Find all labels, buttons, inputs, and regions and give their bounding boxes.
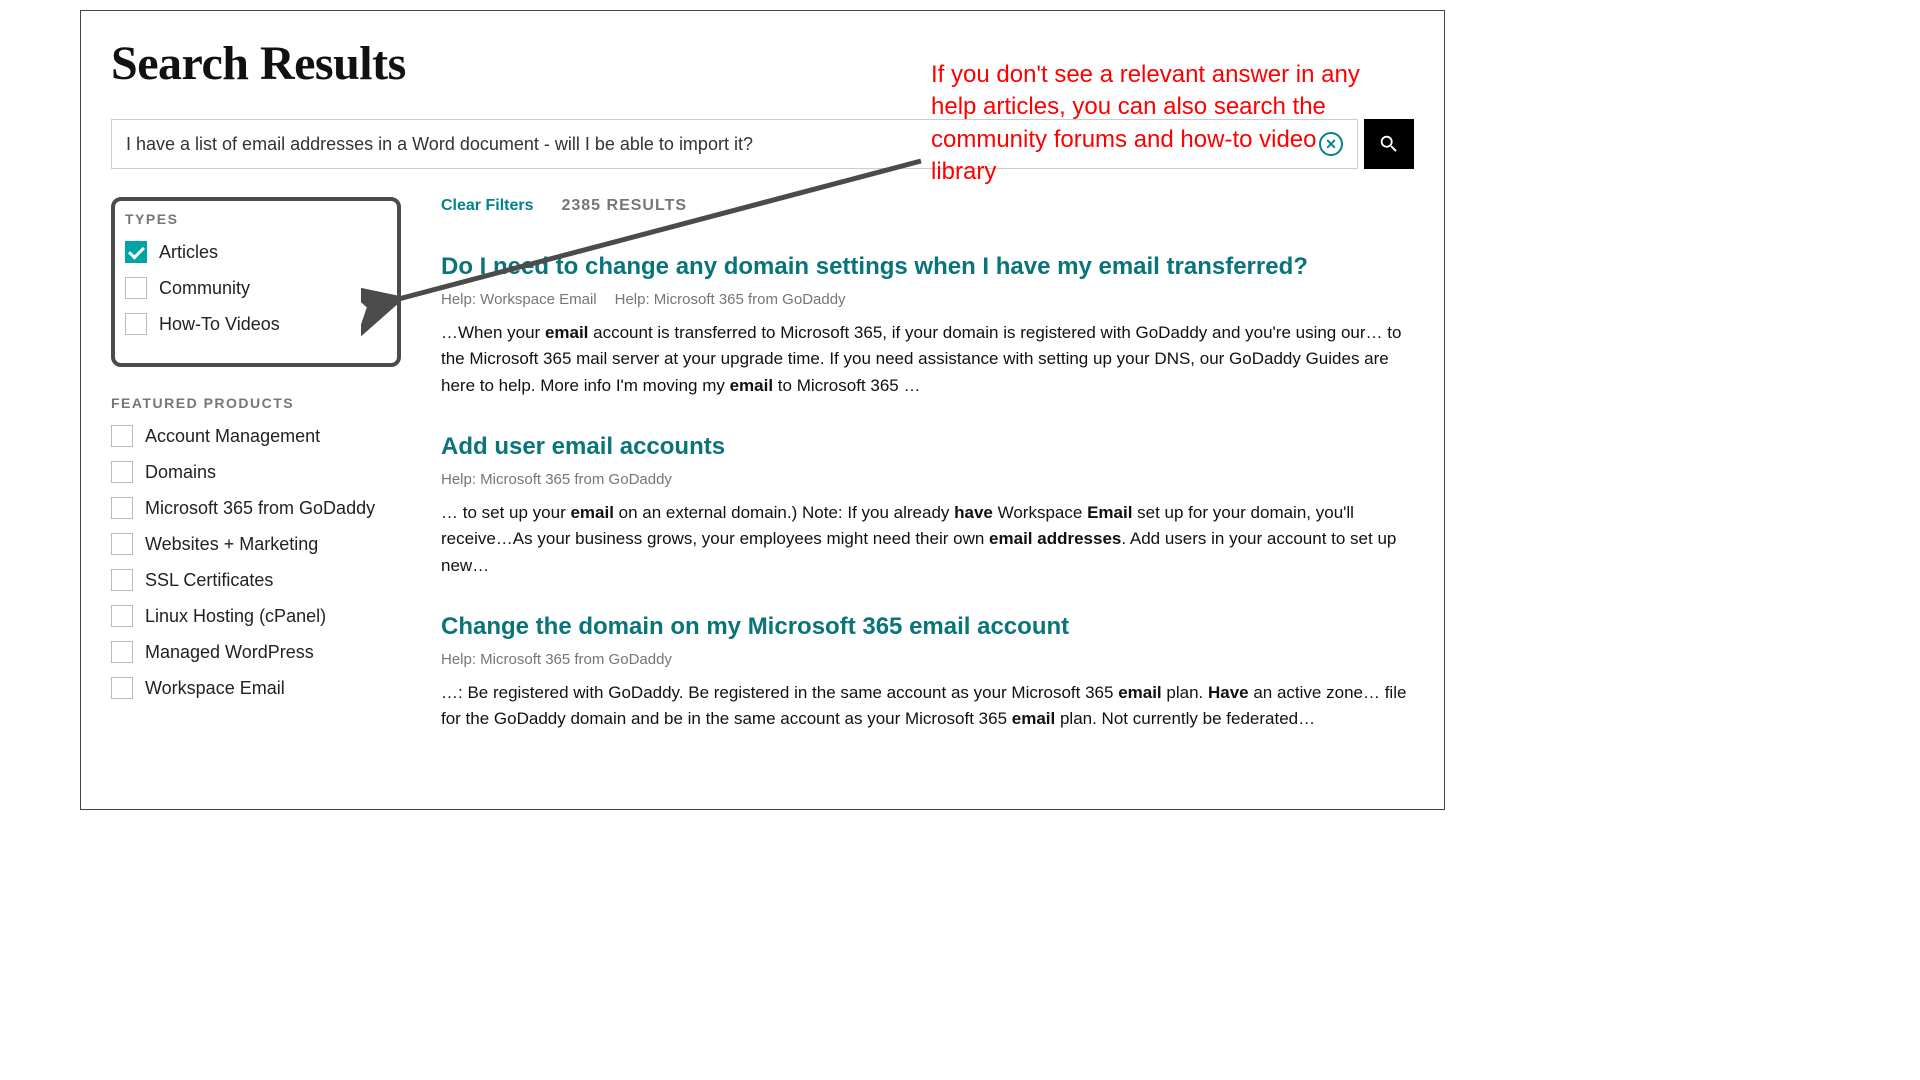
type-filter-how-to-videos[interactable]: How-To Videos xyxy=(125,313,383,335)
featured-filter-workspace-email[interactable]: Workspace Email xyxy=(111,677,401,699)
checkbox-icon xyxy=(111,605,133,627)
results-main: Clear Filters 2385 RESULTS Do I need to … xyxy=(441,197,1414,767)
type-filter-articles[interactable]: Articles xyxy=(125,241,383,263)
result-categories: Help: Workspace Email Help: Microsoft 365… xyxy=(441,291,1414,308)
clear-filters-link[interactable]: Clear Filters xyxy=(441,197,533,215)
checkbox-icon xyxy=(111,533,133,555)
filter-label: Community xyxy=(159,278,250,299)
result-category[interactable]: Help: Microsoft 365 from GoDaddy xyxy=(441,471,672,488)
featured-filter-account-management[interactable]: Account Management xyxy=(111,425,401,447)
checkbox-icon xyxy=(111,461,133,483)
featured-filter-managed-wordpress[interactable]: Managed WordPress xyxy=(111,641,401,663)
filter-label: Managed WordPress xyxy=(145,642,314,663)
search-result: Change the domain on my Microsoft 365 em… xyxy=(441,613,1414,733)
result-title-link[interactable]: Do I need to change any domain settings … xyxy=(441,253,1414,281)
filter-label: Domains xyxy=(145,462,216,483)
filter-label: Linux Hosting (cPanel) xyxy=(145,606,326,627)
search-icon xyxy=(1378,133,1400,155)
checkbox-icon xyxy=(111,641,133,663)
featured-filter-ssl-certificates[interactable]: SSL Certificates xyxy=(111,569,401,591)
checkbox-icon xyxy=(125,277,147,299)
result-category[interactable]: Help: Microsoft 365 from GoDaddy xyxy=(615,291,846,308)
filter-label: How-To Videos xyxy=(159,314,280,335)
body-row: TYPES Articles Community How-To Videos FEA… xyxy=(111,197,1414,767)
featured-filter-websites-marketing[interactable]: Websites + Marketing xyxy=(111,533,401,555)
result-categories: Help: Microsoft 365 from GoDaddy xyxy=(441,471,1414,488)
filter-label: Websites + Marketing xyxy=(145,534,318,555)
result-snippet: … to set up your email on an external do… xyxy=(441,500,1414,579)
checkbox-icon xyxy=(111,425,133,447)
filter-label: Articles xyxy=(159,242,218,263)
page-frame: Search Results ✕ TYPES ArticlesCommunity… xyxy=(80,10,1445,810)
result-title-link[interactable]: Add user email accounts xyxy=(441,433,1414,461)
result-snippet: …When your email account is transferred … xyxy=(441,320,1414,399)
featured-filter-linux-hosting-cpanel-[interactable]: Linux Hosting (cPanel) xyxy=(111,605,401,627)
type-filter-community[interactable]: Community xyxy=(125,277,383,299)
checkbox-icon xyxy=(111,677,133,699)
filter-label: Microsoft 365 from GoDaddy xyxy=(145,498,375,519)
search-result: Do I need to change any domain settings … xyxy=(441,253,1414,399)
checkbox-icon xyxy=(125,241,147,263)
checkbox-icon xyxy=(111,569,133,591)
result-count: 2385 RESULTS xyxy=(561,197,687,215)
featured-products-heading: FEATURED PRODUCTS xyxy=(111,395,401,411)
filter-sidebar: TYPES Articles Community How-To Videos FEA… xyxy=(111,197,401,767)
result-category[interactable]: Help: Workspace Email xyxy=(441,291,597,308)
search-button[interactable] xyxy=(1364,119,1414,169)
types-heading: TYPES xyxy=(125,211,383,227)
result-categories: Help: Microsoft 365 from GoDaddy xyxy=(441,651,1414,668)
types-filter-box: TYPES Articles Community How-To Videos xyxy=(111,197,401,367)
results-meta: Clear Filters 2385 RESULTS xyxy=(441,197,1414,215)
featured-filter-domains[interactable]: Domains xyxy=(111,461,401,483)
featured-filter-microsoft-365-from-godaddy[interactable]: Microsoft 365 from GoDaddy xyxy=(111,497,401,519)
checkbox-icon xyxy=(111,497,133,519)
result-title-link[interactable]: Change the domain on my Microsoft 365 em… xyxy=(441,613,1414,641)
filter-label: SSL Certificates xyxy=(145,570,273,591)
search-result: Add user email accounts Help: Microsoft 3… xyxy=(441,433,1414,579)
annotation-callout: If you don't see a relevant answer in an… xyxy=(931,59,1371,189)
result-category[interactable]: Help: Microsoft 365 from GoDaddy xyxy=(441,651,672,668)
checkbox-icon xyxy=(125,313,147,335)
result-snippet: …: Be registered with GoDaddy. Be regist… xyxy=(441,680,1414,733)
filter-label: Account Management xyxy=(145,426,320,447)
filter-label: Workspace Email xyxy=(145,678,285,699)
